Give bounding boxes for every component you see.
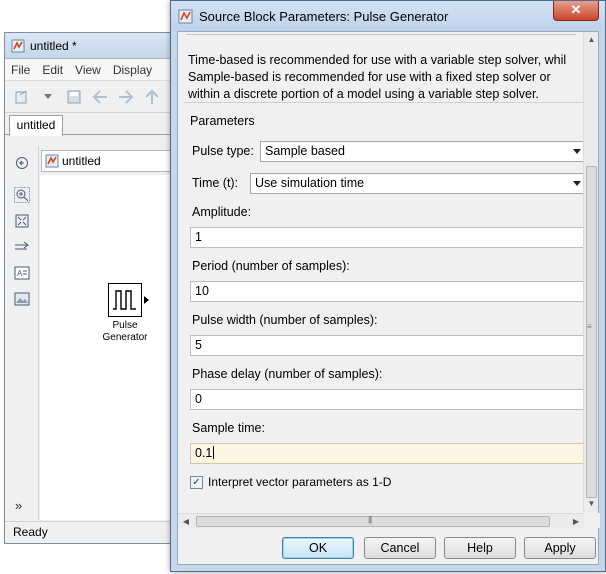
phase-delay-field[interactable]: 0	[190, 389, 584, 410]
description-line-3: within a discrete portion of a model usi…	[188, 87, 539, 101]
dialog-client-area: Time-based is recommended for use with a…	[177, 31, 600, 565]
amplitude-label: Amplitude:	[192, 205, 252, 219]
editor-menubar: File Edit View Display	[5, 59, 183, 81]
arrow-route-icon[interactable]	[13, 238, 31, 256]
model-canvas[interactable]: Pulse Generator	[40, 175, 184, 520]
time-value: Use simulation time	[255, 176, 365, 190]
editor-toolbar	[5, 81, 183, 113]
block-parameters-dialog: Source Block Parameters: Pulse Generator…	[170, 0, 606, 572]
new-model-icon[interactable]	[11, 86, 33, 108]
editor-palette: A	[5, 146, 39, 520]
menu-view[interactable]: View	[75, 63, 101, 77]
period-label: Period (number of samples):	[192, 259, 350, 273]
text-caret	[213, 446, 215, 459]
annotation-icon[interactable]: A	[13, 264, 31, 282]
breadcrumb-label: untitled	[62, 154, 101, 168]
sample-time-label: Sample time:	[192, 421, 265, 435]
simulink-app-icon	[11, 39, 25, 52]
block-label-line-2: Generator	[102, 332, 148, 343]
interpret-vector-label: Interpret vector parameters as 1-D	[208, 475, 392, 489]
scroll-left-icon[interactable]: ◀	[178, 514, 194, 529]
scrollbar-corner	[584, 513, 600, 528]
apply-button[interactable]: Apply	[524, 537, 596, 559]
svg-text:A: A	[17, 269, 23, 278]
forward-arrow-icon[interactable]	[115, 86, 137, 108]
menu-edit[interactable]: Edit	[42, 63, 63, 77]
help-button[interactable]: Help	[444, 537, 516, 559]
pulse-type-select[interactable]: Sample based	[260, 141, 584, 162]
grip-icon: |||	[368, 515, 372, 524]
scroll-down-icon[interactable]: ▼	[584, 496, 599, 512]
pulse-generator-block[interactable]	[108, 283, 142, 317]
phase-delay-label: Phase delay (number of samples):	[192, 367, 383, 381]
parameters-group-label: Parameters	[190, 114, 255, 128]
pulse-waveform-icon	[113, 290, 136, 310]
simulink-app-icon	[178, 9, 193, 23]
vertical-scrollbar[interactable]: ▲ ≡ ▼	[583, 32, 598, 512]
interpret-vector-checkbox[interactable]: ✓	[190, 475, 203, 489]
image-icon[interactable]	[13, 290, 31, 308]
editor-tabbar: untitled	[5, 113, 183, 136]
vertical-scroll-thumb[interactable]	[586, 166, 597, 498]
status-bar: Ready	[5, 521, 183, 543]
time-label: Time (t):	[192, 176, 239, 190]
chevron-down-icon[interactable]	[37, 86, 59, 108]
fit-to-view-icon[interactable]	[13, 212, 31, 230]
chevron-down-icon	[573, 181, 581, 186]
horizontal-scrollbar[interactable]: ◀ ||| ▶	[178, 513, 584, 528]
dialog-title: Source Block Parameters: Pulse Generator	[199, 8, 449, 24]
menu-file[interactable]: File	[11, 63, 30, 77]
menu-display[interactable]: Display	[113, 63, 152, 77]
checkmark-icon: ✓	[192, 476, 201, 488]
sample-time-value: 0.1	[195, 446, 213, 460]
editor-title-bar[interactable]: untitled *	[5, 33, 183, 59]
block-label: Pulse Generator	[90, 320, 160, 344]
model-breadcrumb[interactable]: untitled	[41, 150, 183, 172]
cancel-button[interactable]: Cancel	[364, 537, 436, 559]
scroll-up-icon[interactable]: ▲	[584, 32, 599, 48]
block-label-line-1: Pulse	[112, 320, 138, 331]
parameters-scroll-area: Time-based is recommended for use with a…	[178, 32, 584, 512]
interpret-vector-row[interactable]: ✓ Interpret vector parameters as 1-D	[190, 475, 391, 489]
block-output-port[interactable]	[144, 296, 149, 304]
description-line-1: Time-based is recommended for use with a…	[188, 53, 567, 67]
pulse-type-value: Sample based	[265, 144, 345, 158]
block-description: Time-based is recommended for use with a…	[188, 52, 584, 103]
editor-title: untitled *	[30, 38, 77, 53]
save-icon[interactable]	[63, 86, 85, 108]
description-line-2: Sample-based is recommended for use with…	[188, 70, 551, 84]
time-select[interactable]: Use simulation time	[250, 173, 584, 194]
grip-icon: ≡	[587, 322, 592, 331]
close-icon: ✕	[570, 2, 582, 17]
tab-untitled[interactable]: untitled	[9, 115, 63, 136]
up-arrow-icon[interactable]	[141, 86, 163, 108]
expand-palette-icon[interactable]: »	[15, 498, 22, 513]
period-field[interactable]: 10	[190, 281, 584, 302]
simulink-editor-window: untitled * File Edit View Display untitl…	[4, 32, 184, 544]
amplitude-field[interactable]: 1	[190, 227, 584, 248]
description-divider	[186, 34, 576, 40]
sample-time-field[interactable]: 0.1	[190, 443, 584, 464]
dialog-title-bar[interactable]: Source Block Parameters: Pulse Generator	[171, 1, 605, 31]
scroll-right-icon[interactable]: ▶	[568, 514, 584, 529]
model-icon	[45, 154, 59, 168]
horizontal-scroll-thumb[interactable]	[196, 516, 550, 527]
close-button[interactable]: ✕	[553, 1, 599, 21]
pulse-type-label: Pulse type:	[192, 144, 254, 158]
chevron-down-icon	[573, 149, 581, 154]
pulse-width-field[interactable]: 5	[190, 335, 584, 356]
pulse-width-label: Pulse width (number of samples):	[192, 313, 378, 327]
ok-button[interactable]: OK	[282, 537, 354, 559]
hide-explorer-icon[interactable]	[13, 154, 31, 172]
zoom-in-icon[interactable]	[13, 186, 31, 204]
back-arrow-icon[interactable]	[89, 86, 111, 108]
